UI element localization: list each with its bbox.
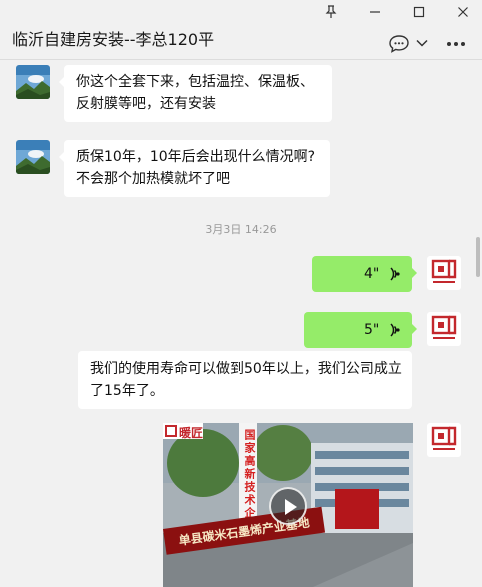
more-icon[interactable] bbox=[446, 41, 466, 47]
message-line: 质保10年，10年后会出现什么情况啊? bbox=[76, 149, 316, 165]
incoming-message[interactable]: 你这个全套下来，包括温控、保温板、 反射膜等吧，还有安装 bbox=[59, 65, 332, 122]
video-logo-text: 暖匠 bbox=[179, 426, 204, 440]
chat-bubble-icon[interactable] bbox=[388, 34, 410, 54]
message-timestamp: 3月3日 14:26 bbox=[205, 223, 277, 236]
video-message[interactable]: 暖匠 国家高新技术企业 单县碳米石墨烯产业基地 bbox=[163, 423, 413, 587]
pin-icon[interactable] bbox=[320, 4, 342, 20]
play-button[interactable] bbox=[269, 487, 307, 525]
message-line: 你这个全套下来，包括温控、保温板、 bbox=[76, 74, 314, 90]
voice-message[interactable]: 4" bbox=[312, 256, 417, 292]
voice-wave-icon bbox=[388, 266, 400, 289]
outgoing-message[interactable]: 我们的使用寿命可以做到50年以上，我们公司成立 了15年了。 bbox=[78, 351, 412, 409]
message-line: 了15年了。 bbox=[90, 383, 164, 399]
voice-message[interactable]: 5" bbox=[304, 312, 417, 348]
chat-title: 临沂自建房安装--李总120平 bbox=[12, 30, 215, 49]
chevron-down-icon[interactable] bbox=[416, 39, 428, 47]
brand-logo-avatar[interactable] bbox=[427, 256, 461, 290]
incoming-message[interactable]: 质保10年，10年后会出现什么情况啊? 不会那个加热模就坏了吧 bbox=[59, 140, 330, 197]
contact-avatar[interactable] bbox=[16, 140, 50, 174]
message-line: 反射膜等吧，还有安装 bbox=[76, 96, 216, 112]
message-line: 不会那个加热模就坏了吧 bbox=[76, 171, 230, 187]
minimize-icon[interactable] bbox=[364, 4, 386, 20]
voice-wave-icon bbox=[388, 322, 400, 345]
close-icon[interactable] bbox=[452, 4, 474, 20]
voice-duration: 5" bbox=[364, 322, 380, 338]
maximize-icon[interactable] bbox=[408, 4, 430, 20]
window-titlebar: 临沂自建房安装--李总120平 bbox=[0, 0, 482, 60]
message-list[interactable]: 你这个全套下来，包括温控、保温板、 反射膜等吧，还有安装 质保10年，10年后会… bbox=[0, 61, 482, 587]
contact-avatar[interactable] bbox=[16, 65, 50, 99]
brand-logo-avatar[interactable] bbox=[427, 423, 461, 457]
message-line: 我们的使用寿命可以做到50年以上，我们公司成立 bbox=[90, 361, 402, 377]
voice-duration: 4" bbox=[364, 266, 380, 282]
scrollbar-thumb[interactable] bbox=[476, 237, 480, 277]
brand-logo-avatar[interactable] bbox=[427, 312, 461, 346]
